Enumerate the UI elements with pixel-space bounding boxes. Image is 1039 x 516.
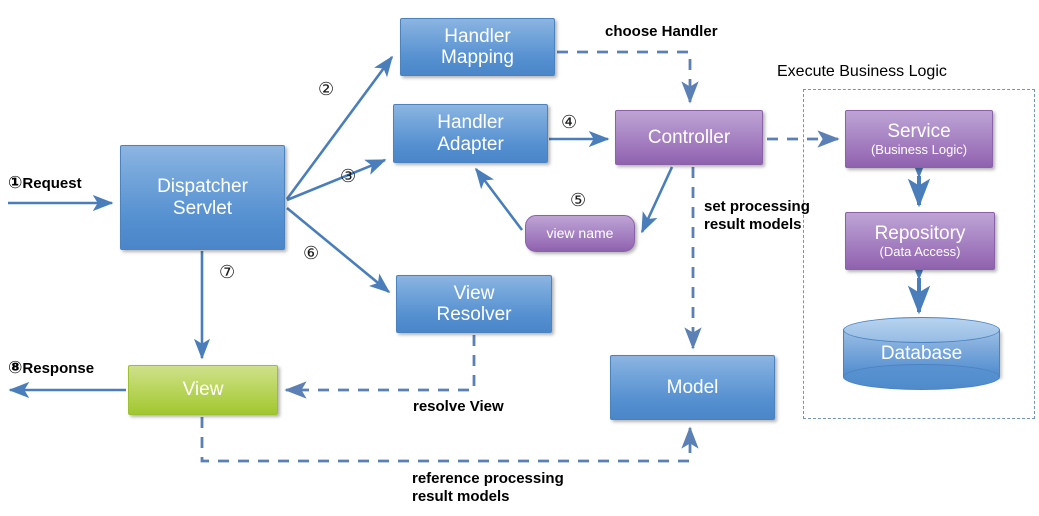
controller-label: Controller <box>647 126 731 148</box>
handler-mapping-line2: Mapping <box>441 47 514 68</box>
node-handler-adapter[interactable]: Handler Adapter <box>393 104 548 163</box>
node-model[interactable]: Model <box>610 355 775 420</box>
view-resolver-line1: View <box>453 282 495 304</box>
step-number-5: ⑤ <box>570 190 587 211</box>
edge-reference-model <box>200 417 699 463</box>
edge-5-view-name <box>640 166 674 234</box>
diagram-canvas: Execute Business Logic Dispatcher Servle… <box>0 0 1039 516</box>
step-number-4: ④ <box>561 112 578 133</box>
step-number-8: ⑧ <box>8 358 23 378</box>
request-label-group: ①Request <box>8 173 82 194</box>
response-label-group: ⑧Response <box>8 358 94 379</box>
dispatcher-servlet-line2: Servlet <box>172 197 233 219</box>
node-view[interactable]: View <box>128 365 278 415</box>
view-label: View <box>182 379 224 401</box>
view-resolver-line2: Resolver <box>436 304 512 325</box>
step-number-1: ① <box>8 173 23 193</box>
service-sublabel: (Business Logic) <box>870 141 968 157</box>
view-name-label: view name <box>546 224 614 241</box>
step-number-3: ③ <box>340 166 357 187</box>
step-number-2: ② <box>318 79 335 100</box>
database-label: Database <box>880 342 963 364</box>
repository-label: Repository <box>874 222 966 244</box>
reference-processing-label: reference processing result models <box>412 470 564 507</box>
node-database[interactable]: Database <box>843 317 1000 390</box>
set-processing-line1: set processing <box>704 198 810 215</box>
set-processing-label: set processing result models <box>704 198 810 235</box>
edge-choose-handler <box>557 50 699 104</box>
repository-sublabel: (Data Access) <box>879 243 961 259</box>
node-repository[interactable]: Repository (Data Access) <box>845 212 995 270</box>
node-handler-mapping[interactable]: Handler Mapping <box>400 18 555 76</box>
handler-mapping-line1: Handler <box>444 25 511 47</box>
request-label: Request <box>22 175 82 192</box>
model-label: Model <box>666 376 719 398</box>
dispatcher-servlet-line1: Dispatcher <box>157 176 248 198</box>
node-view-resolver[interactable]: View Resolver <box>396 275 552 333</box>
edge-resolve-view <box>284 335 476 399</box>
node-dispatcher-servlet[interactable]: Dispatcher Servlet <box>120 145 285 250</box>
reference-line1: reference processing <box>412 470 564 487</box>
node-view-name[interactable]: view name <box>525 215 635 252</box>
choose-handler-label: choose Handler <box>605 23 718 40</box>
resolve-view-label: resolve View <box>413 398 504 415</box>
step-number-7: ⑦ <box>219 262 236 283</box>
reference-line2: result models <box>412 488 510 506</box>
node-service[interactable]: Service (Business Logic) <box>845 110 993 168</box>
edge-view-name-to-adapter <box>474 167 524 231</box>
handler-adapter-line1: Handler <box>437 112 504 134</box>
edge-3-handler-adapter <box>286 158 387 202</box>
service-label: Service <box>887 120 951 142</box>
node-controller[interactable]: Controller <box>615 110 763 165</box>
set-processing-line2: result models <box>704 216 802 234</box>
handler-adapter-line2: Adapter <box>437 133 504 155</box>
step-number-6: ⑥ <box>303 243 320 264</box>
response-label: Response <box>22 360 95 377</box>
business-logic-group-label: Execute Business Logic <box>777 63 947 80</box>
